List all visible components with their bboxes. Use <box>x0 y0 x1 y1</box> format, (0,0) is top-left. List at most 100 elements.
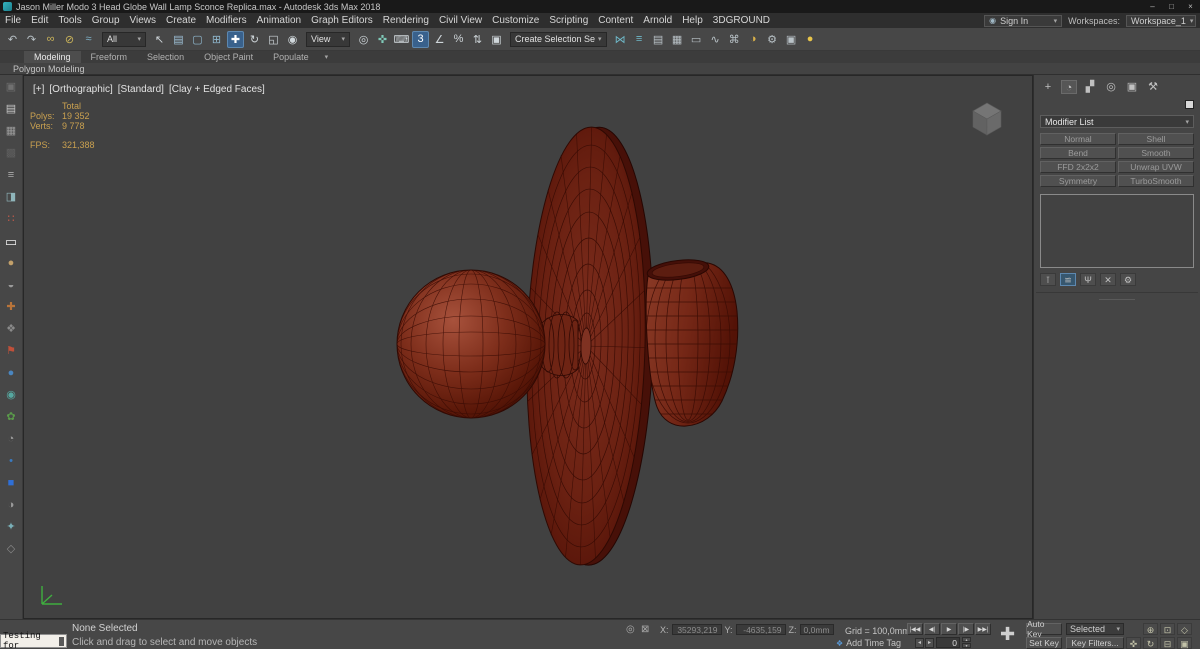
modifier-button[interactable]: Unwrap UVW <box>1118 161 1194 173</box>
menu-item[interactable]: Rendering <box>378 13 434 28</box>
menu-item[interactable]: Customize <box>487 13 544 28</box>
rollout-handle[interactable] <box>1099 299 1135 300</box>
spinner-down-icon[interactable]: ▾ <box>962 643 971 648</box>
menu-item[interactable]: Scripting <box>544 13 593 28</box>
selection-lock-icon[interactable]: ⊠ <box>641 624 649 635</box>
left-tool-icon[interactable]: ◑ <box>4 498 19 513</box>
viewport-pov-menu[interactable]: [Orthographic] <box>49 84 112 95</box>
menu-item[interactable]: Animation <box>252 13 306 28</box>
menu-item[interactable]: Tools <box>53 13 86 28</box>
x-coordinate-field[interactable]: 35293,219 <box>671 624 722 635</box>
previous-key-icon[interactable]: ◂ <box>915 638 924 648</box>
configure-modifier-sets-icon[interactable]: ⚙ <box>1120 273 1136 286</box>
viewport-plus-menu[interactable]: [+] <box>33 84 44 95</box>
ribbon-tab[interactable]: Modeling <box>24 51 81 63</box>
left-tool-icon[interactable]: ▣ <box>4 80 19 95</box>
rendered-frame-window-icon[interactable]: ▣ <box>783 31 800 48</box>
menu-item[interactable]: Graph Editors <box>306 13 378 28</box>
go-to-start-button[interactable]: |◀◀ <box>907 623 923 635</box>
menu-item[interactable]: Arnold <box>638 13 677 28</box>
select-and-manipulate-icon[interactable]: ✜ <box>374 31 391 48</box>
key-filters-button[interactable]: Key Filters... <box>1066 637 1124 649</box>
viewcube-icon[interactable] <box>972 102 1002 136</box>
perspective-viewport[interactable]: [+] [Orthographic] [Standard] [Clay + Ed… <box>23 75 1033 619</box>
select-and-scale-icon[interactable]: ◱ <box>265 31 282 48</box>
modifier-list-dropdown[interactable]: Modifier List ▾ <box>1040 115 1194 128</box>
set-key-button[interactable]: Set Key <box>1026 637 1062 649</box>
select-by-name-icon[interactable]: ▤ <box>170 31 187 48</box>
modifier-button[interactable]: Shell <box>1118 133 1194 145</box>
viewport-shading-menu[interactable]: [Clay + Edged Faces] <box>169 84 265 95</box>
menu-item[interactable]: File <box>0 13 26 28</box>
snap-toggle-3d-icon[interactable]: 3 <box>412 30 429 48</box>
play-button[interactable]: ▶ <box>941 623 957 635</box>
toggle-ribbon-icon[interactable]: ▭ <box>688 31 705 48</box>
minimize-icon[interactable]: – <box>1143 0 1162 13</box>
left-tool-icon[interactable]: ∷ <box>4 212 19 227</box>
ribbon-tab[interactable]: Populate <box>263 51 319 63</box>
ribbon-tab[interactable]: Selection <box>137 51 194 63</box>
modifier-button[interactable]: TurboSmooth <box>1118 175 1194 187</box>
left-tool-icon[interactable]: ❖ <box>4 322 19 337</box>
select-and-link-icon[interactable]: ∞ <box>42 31 59 48</box>
undo-icon[interactable]: ↶ <box>4 31 21 48</box>
menu-item[interactable]: Modifiers <box>201 13 252 28</box>
bind-to-space-warp-icon[interactable]: ≈ <box>80 31 97 48</box>
next-key-icon[interactable]: ▸ <box>925 638 934 648</box>
3ds-max-app-icon[interactable] <box>3 2 12 11</box>
left-tool-icon[interactable]: ■ <box>4 476 19 491</box>
left-tool-icon[interactable]: ✚ <box>4 300 19 315</box>
left-tool-icon[interactable]: ◨ <box>4 190 19 205</box>
align-icon[interactable]: ≡ <box>631 31 648 48</box>
ribbon-tab[interactable]: Object Paint <box>194 51 263 63</box>
material-editor-icon[interactable]: ◑ <box>745 31 762 48</box>
go-to-end-button[interactable]: ▶▶| <box>975 623 991 635</box>
named-selection-set-combo[interactable]: Create Selection Se ▾ <box>510 31 607 47</box>
modifier-button[interactable]: Smooth <box>1118 147 1194 159</box>
workspace-dropdown[interactable]: Workspace_1 ▾ <box>1126 14 1196 27</box>
steering-wheel-icon[interactable]: ✚ <box>1000 624 1015 645</box>
spinner-up-icon[interactable]: ▴ <box>962 637 971 642</box>
window-crossing-icon[interactable]: ⊞ <box>208 31 225 48</box>
keyboard-override-icon[interactable]: ⌨ <box>393 31 410 48</box>
left-tool-icon[interactable]: ▩ <box>4 146 19 161</box>
maximize-icon[interactable]: □ <box>1162 0 1181 13</box>
make-unique-icon[interactable]: Ψ <box>1080 273 1096 286</box>
ribbon-minimize-icon[interactable]: ▾ <box>319 51 335 63</box>
hierarchy-tab-icon[interactable]: ▞ <box>1082 80 1098 94</box>
key-selection-dropdown[interactable]: Selected ▾ <box>1066 623 1124 635</box>
zoom-extents-icon[interactable]: ⊡ <box>1160 623 1175 635</box>
toggle-scene-explorer-icon[interactable]: ▤ <box>650 31 667 48</box>
spinner-snap-icon[interactable]: ⇅ <box>469 31 486 48</box>
menu-item[interactable]: Content <box>593 13 638 28</box>
menu-item[interactable]: Help <box>677 13 708 28</box>
object-color-swatch[interactable] <box>1185 100 1194 109</box>
reference-coordinate-dropdown[interactable]: View ▾ <box>306 31 350 47</box>
isolate-selection-icon[interactable]: ◎ <box>626 624 635 635</box>
display-tab-icon[interactable]: ▣ <box>1124 80 1140 94</box>
selection-filter-dropdown[interactable]: All ▾ <box>102 31 146 47</box>
left-tool-icon[interactable]: ◔ <box>4 432 19 447</box>
left-tool-icon[interactable]: ⚑ <box>4 344 19 359</box>
left-tool-icon[interactable]: ✦ <box>4 520 19 535</box>
previous-frame-button[interactable]: ◀| <box>924 623 940 635</box>
angle-snap-icon[interactable]: ∠ <box>431 31 448 48</box>
pin-stack-icon[interactable]: ⊺ <box>1040 273 1056 286</box>
modifier-button[interactable]: Bend <box>1040 147 1116 159</box>
schematic-view-icon[interactable]: ⌘ <box>726 31 743 48</box>
toggle-layer-explorer-icon[interactable]: ▦ <box>669 31 686 48</box>
left-tool-icon[interactable]: ● <box>4 256 19 271</box>
remove-modifier-icon[interactable]: ✕ <box>1100 273 1116 286</box>
render-production-icon[interactable]: ● <box>802 31 819 48</box>
left-tool-icon[interactable]: ▤ <box>4 102 19 117</box>
polygon-modeling-panel-label[interactable]: Polygon Modeling <box>13 64 85 74</box>
show-end-result-icon[interactable]: ≌ <box>1060 273 1076 286</box>
render-setup-icon[interactable]: ⚙ <box>764 31 781 48</box>
current-frame-field[interactable]: 0 <box>936 637 960 648</box>
close-icon[interactable]: × <box>1181 0 1200 13</box>
left-tool-icon[interactable]: ◒ <box>4 278 19 293</box>
unlink-selection-icon[interactable]: ⊘ <box>61 31 78 48</box>
use-pivot-center-icon[interactable]: ◎ <box>355 31 372 48</box>
curve-editor-icon[interactable]: ∿ <box>707 31 724 48</box>
modifier-stack[interactable] <box>1040 194 1194 268</box>
